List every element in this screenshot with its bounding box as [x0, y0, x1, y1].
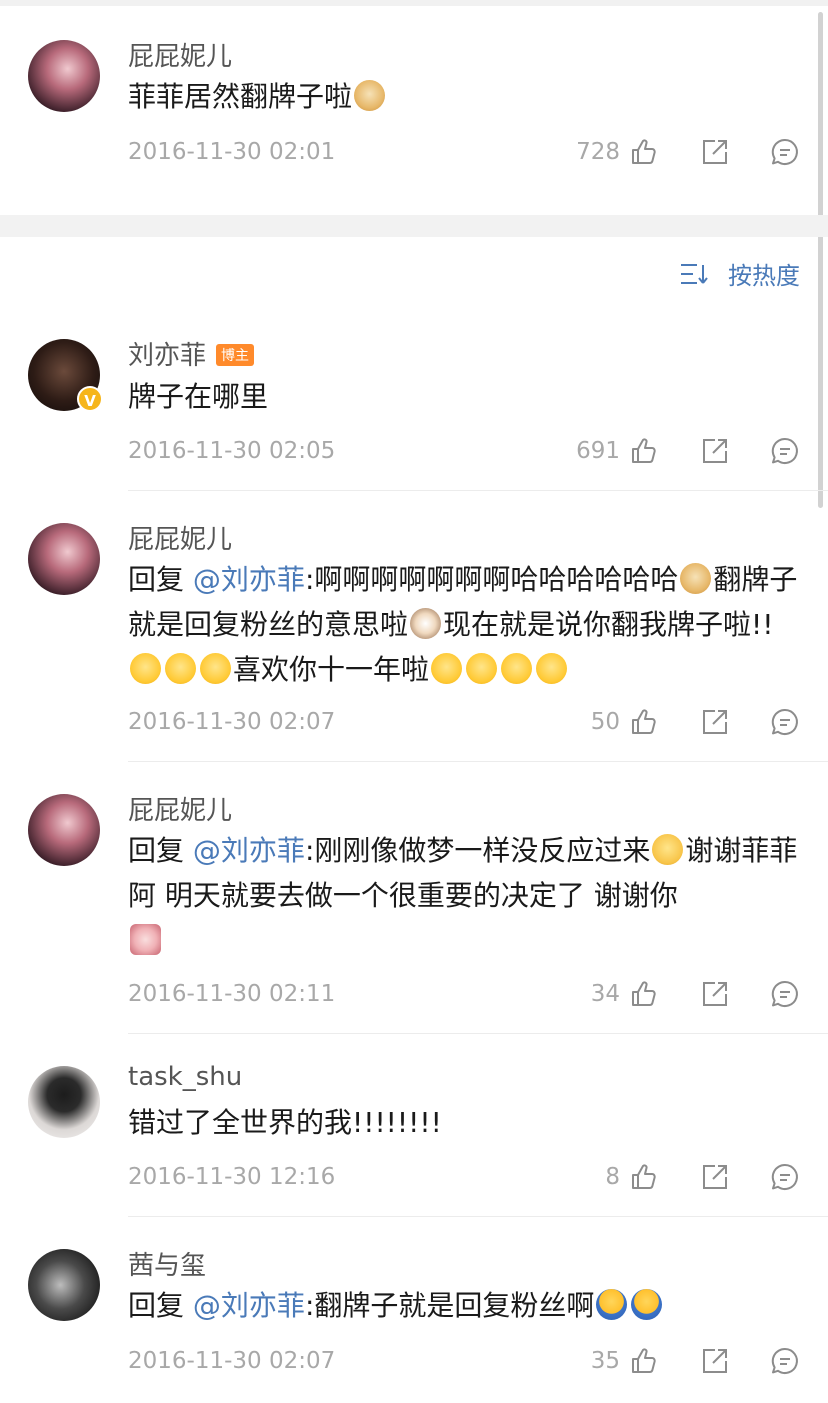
comment-text: 菲菲居然翻牌子啦 [128, 74, 800, 119]
comment-text: 错过了全世界的我!!!!!!!! [128, 1106, 442, 1139]
reply-icon[interactable] [770, 137, 800, 167]
comment-actions: 50 [591, 706, 800, 738]
love-emoji-icon [130, 924, 161, 955]
username[interactable]: 茜与玺 [128, 1245, 206, 1282]
like-count: 50 [590, 709, 620, 735]
comment-text: 回复 @刘亦菲:翻牌子就是回复粉丝啊 [128, 1283, 800, 1328]
sort-label: 按热度 [728, 262, 800, 290]
timestamp: 2016-11-30 02:07 [128, 1348, 336, 1374]
timestamp: 2016-11-30 02:11 [128, 981, 336, 1007]
timestamp: 2016-11-30 02:05 [128, 438, 336, 464]
kiss-emoji-icon [200, 653, 231, 684]
like-icon[interactable] [630, 137, 660, 167]
comment-text: 回复 @刘亦菲:啊啊啊啊啊啊啊哈哈哈哈哈哈 翻牌子就是回复粉丝的意思啦 现在就是说你… [128, 557, 800, 692]
divider [128, 490, 828, 491]
timestamp: 2016-11-30 12:16 [128, 1164, 336, 1190]
reply-prefix: 回复 [128, 834, 185, 867]
username[interactable]: 屁屁妮儿 [128, 36, 232, 73]
comment-actions: 35 [591, 1345, 800, 1377]
comment-body: 菲菲居然翻牌子啦 [128, 80, 353, 113]
sad-emoji-icon [652, 834, 684, 865]
comment-body: :翻牌子就是回复粉丝啊 [304, 1289, 595, 1322]
comment-actions: 8 [605, 1161, 800, 1193]
kiss-emoji-icon [501, 653, 533, 684]
reply-icon[interactable] [770, 1346, 800, 1376]
like-icon[interactable] [630, 1346, 660, 1376]
mention-link[interactable]: @刘亦菲 [193, 1289, 305, 1322]
sort-icon [681, 263, 708, 284]
scrollbar[interactable] [818, 12, 823, 508]
reply-icon[interactable] [770, 979, 800, 1009]
doge-emoji-icon [354, 80, 386, 111]
reply-icon[interactable] [770, 1162, 800, 1192]
comment-body: :刚刚像做梦一样没反应过来 [304, 834, 651, 867]
avatar[interactable] [28, 1249, 100, 1321]
kiss-emoji-icon [431, 653, 463, 684]
reply-icon[interactable] [770, 436, 800, 466]
hug-emoji-icon [631, 1289, 663, 1320]
section-separator [0, 215, 828, 237]
like-icon[interactable] [630, 436, 660, 466]
author-badge: 博主 [216, 344, 255, 366]
timestamp: 2016-11-30 02:07 [128, 709, 336, 735]
share-icon[interactable] [700, 979, 730, 1009]
comment-text: 牌子在哪里 [128, 380, 269, 413]
sort-toggle[interactable]: 按热度 [680, 256, 800, 291]
comment-meta: 2016-11-30 02:07 35 [128, 1345, 800, 1377]
comment-text: 回复 @刘亦菲:刚刚像做梦一样没反应过来 谢谢菲菲阿 明天就要去做一个很重要的决定… [128, 828, 800, 963]
like-icon[interactable] [630, 707, 660, 737]
divider [128, 1033, 828, 1034]
comment-meta: 2016-11-30 02:11 34 [128, 978, 800, 1010]
kiss-emoji-icon [130, 653, 161, 684]
like-count: 8 [605, 1164, 620, 1190]
divider [128, 1216, 828, 1217]
avatar[interactable] [28, 794, 100, 866]
comment-meta: 2016-11-30 12:16 8 [128, 1161, 800, 1193]
reply-icon[interactable] [770, 707, 800, 737]
share-icon[interactable] [700, 707, 730, 737]
comment-body: 现在就是说你翻我牌子啦!! [443, 608, 774, 641]
avatar[interactable] [28, 1066, 100, 1138]
like-count: 691 [576, 438, 620, 464]
top-divider [0, 0, 828, 6]
verified-badge-icon: V [77, 386, 103, 412]
doge-emoji-icon [680, 563, 712, 594]
comment-meta: 2016-11-30 02:05 691 [128, 435, 800, 467]
like-icon[interactable] [630, 979, 660, 1009]
timestamp: 2016-11-30 02:01 [128, 139, 336, 165]
share-icon[interactable] [700, 436, 730, 466]
share-icon[interactable] [700, 1162, 730, 1192]
avatar[interactable] [28, 523, 100, 595]
share-icon[interactable] [700, 137, 730, 167]
username[interactable]: task_shu [128, 1062, 242, 1092]
username[interactable]: 屁屁妮儿 [128, 519, 232, 556]
username-text: 刘亦菲 [128, 341, 207, 371]
share-icon[interactable] [700, 1346, 730, 1376]
kiss-emoji-icon [536, 653, 568, 684]
avatar[interactable] [28, 40, 100, 112]
comment-meta: 2016-11-30 02:01 728 [128, 136, 800, 168]
comment-body: 喜欢你十一年啦 [233, 653, 430, 686]
username[interactable]: 刘亦菲 博主 [128, 335, 255, 372]
comment-body: :啊啊啊啊啊啊啊哈哈哈哈哈哈 [304, 563, 679, 596]
like-count: 728 [576, 139, 620, 165]
comment-actions: 728 [576, 136, 800, 168]
comment-meta: 2016-11-30 02:07 50 [128, 706, 800, 738]
divider [128, 761, 828, 762]
reply-prefix: 回复 [128, 1289, 185, 1322]
like-count: 35 [590, 1348, 620, 1374]
kiss-emoji-icon [466, 653, 498, 684]
kiss-emoji-icon [165, 653, 196, 684]
mention-link[interactable]: @刘亦菲 [193, 834, 305, 867]
like-count: 34 [590, 981, 620, 1007]
username[interactable]: 屁屁妮儿 [128, 790, 232, 827]
like-icon[interactable] [630, 1162, 660, 1192]
comment-actions: 691 [576, 435, 800, 467]
mention-link[interactable]: @刘亦菲 [193, 563, 305, 596]
comment-actions: 34 [591, 978, 800, 1010]
hug-emoji-icon [596, 1289, 628, 1320]
reply-prefix: 回复 [128, 563, 185, 596]
cat-emoji-icon [410, 608, 442, 639]
